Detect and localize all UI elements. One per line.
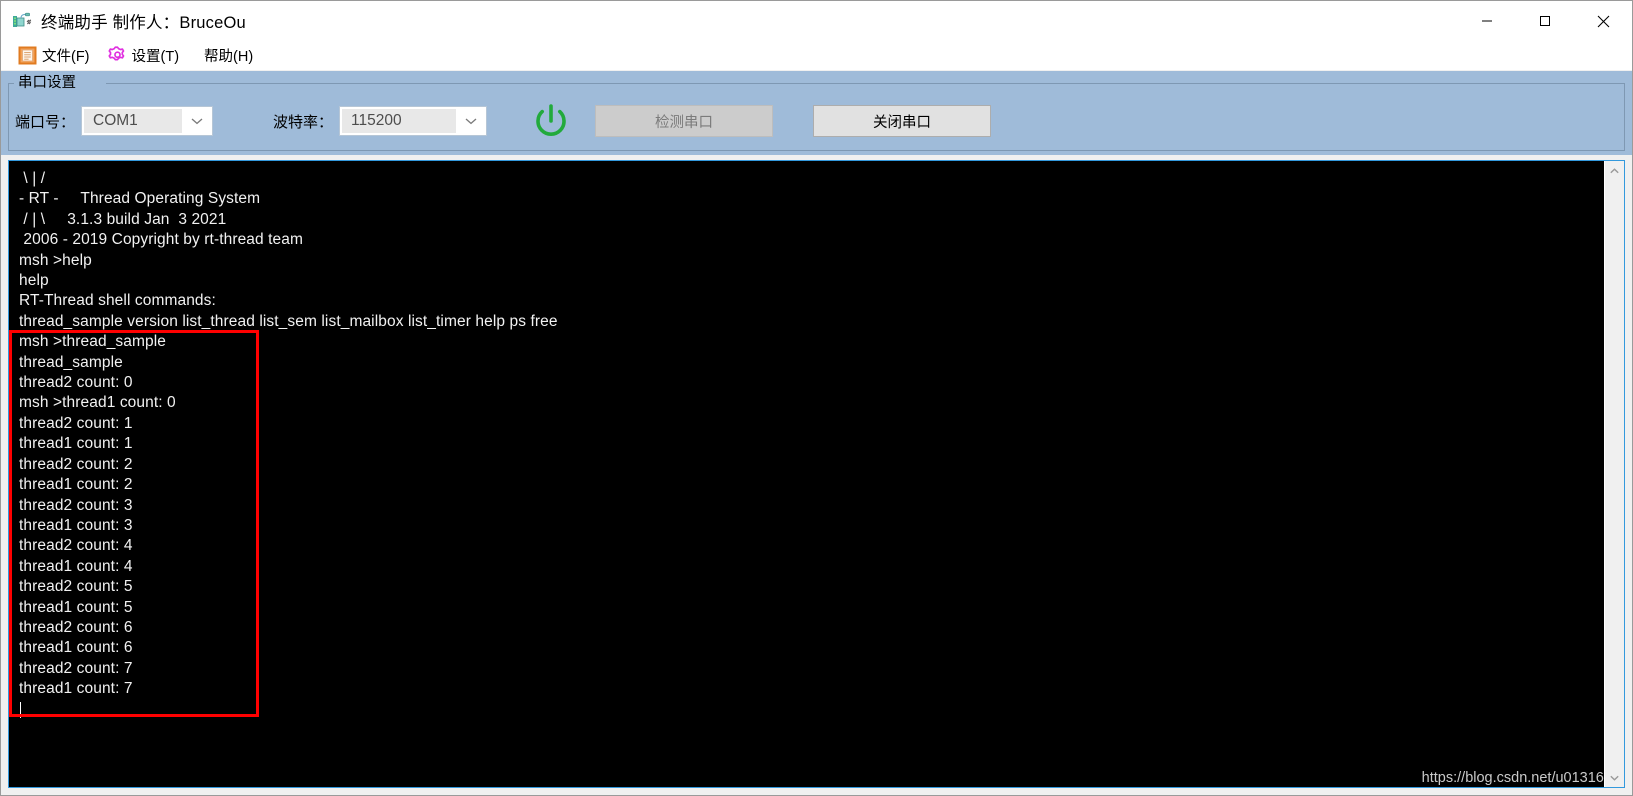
- minimize-icon: [1482, 20, 1492, 22]
- terminal-line: thread1 count: 4: [19, 557, 133, 575]
- terminal-area: \ | / - RT - Thread Operating System / | …: [8, 160, 1625, 788]
- close-button[interactable]: [1574, 1, 1632, 41]
- terminal-line: thread1 count: 3: [19, 516, 133, 534]
- power-icon[interactable]: [529, 99, 573, 143]
- terminal-line: msh >thread_sample: [19, 333, 166, 351]
- scrollbar-track[interactable]: [1605, 180, 1624, 768]
- terminal-line: RT-Thread shell commands:: [19, 292, 216, 310]
- watermark: https://blog.csdn.net/u0131620: [1421, 770, 1620, 786]
- title-bar: 终端助手 制作人：BruceOu: [1, 1, 1632, 41]
- terminal-line: thread2 count: 2: [19, 455, 133, 473]
- menu-item-settings-label: 设置(T): [131, 49, 180, 65]
- menu-bar: 文件(F) 设置(T) 帮助(H): [1, 41, 1632, 71]
- chevron-up-icon: [1610, 167, 1619, 173]
- terminal-line: \ | /: [19, 170, 46, 187]
- menu-item-help[interactable]: 帮助(H): [188, 41, 262, 70]
- maximize-icon: [1540, 16, 1550, 26]
- window-controls: [1458, 1, 1632, 41]
- gear-icon: [107, 46, 127, 65]
- terminal-cursor: [19, 700, 1604, 720]
- detect-port-button[interactable]: 检测串口: [595, 105, 774, 137]
- maximize-button[interactable]: [1516, 1, 1574, 41]
- close-icon: [1597, 15, 1609, 27]
- terminal-line: thread2 count: 7: [19, 659, 133, 677]
- terminal-line: thread2 count: 0: [19, 374, 133, 392]
- chevron-down-icon: [1610, 775, 1619, 781]
- document-icon: [18, 46, 37, 65]
- application-window: 终端助手 制作人：BruceOu 文件(F) 设置(T) 帮助(H) 串口设置 …: [0, 0, 1633, 796]
- terminal-line: thread1 count: 6: [19, 639, 133, 657]
- terminal-line: thread2 count: 6: [19, 618, 133, 636]
- chevron-down-icon: [456, 107, 487, 135]
- terminal-line: thread2 count: 1: [19, 414, 133, 432]
- serial-controls-row: 端口号： COM1 波特率： 115200 检测串口 关闭串口: [1, 97, 1632, 145]
- port-select[interactable]: COM1: [81, 106, 214, 136]
- terminal-line: thread1 count: 2: [19, 476, 133, 494]
- group-box-label: 串口设置: [15, 74, 79, 92]
- baud-label: 波特率：: [273, 113, 334, 131]
- group-box-border-left: [8, 83, 14, 84]
- terminal-line: msh >help: [19, 251, 92, 269]
- baud-select-value: 115200: [342, 109, 457, 133]
- menu-item-file[interactable]: 文件(F): [9, 41, 99, 70]
- terminal-scrollbar[interactable]: [1604, 161, 1624, 787]
- menu-item-settings[interactable]: 设置(T): [99, 41, 189, 70]
- menu-item-help-label: 帮助(H): [204, 49, 254, 65]
- terminal-line: thread1 count: 7: [19, 680, 133, 698]
- close-port-button[interactable]: 关闭串口: [813, 105, 992, 137]
- terminal-output[interactable]: \ | / - RT - Thread Operating System / | …: [9, 161, 1604, 787]
- terminal-line: thread1 count: 5: [19, 598, 133, 616]
- serial-settings-panel: 串口设置 端口号： COM1 波特率： 115200 检测串口 关闭串口: [1, 71, 1632, 155]
- scroll-up-button[interactable]: [1605, 161, 1624, 180]
- scroll-down-button[interactable]: [1605, 768, 1624, 787]
- terminal-line: thread_sample: [19, 353, 123, 371]
- terminal-line: thread2 count: 4: [19, 537, 133, 555]
- serial-terminal-icon: [11, 10, 33, 32]
- terminal-line: - RT - Thread Operating System: [19, 190, 261, 208]
- terminal-line: thread_sample version list_thread list_s…: [19, 312, 558, 330]
- minimize-button[interactable]: [1458, 1, 1516, 41]
- chevron-down-icon: [182, 107, 213, 135]
- terminal-line: help: [19, 272, 49, 290]
- group-box-border-right: [106, 83, 1625, 84]
- port-select-value: COM1: [84, 109, 183, 133]
- port-label: 端口号：: [15, 113, 76, 131]
- terminal-line: / | \ 3.1.3 build Jan 3 2021: [19, 210, 227, 228]
- window-title: 终端助手 制作人：BruceOu: [41, 14, 246, 32]
- terminal-line: thread2 count: 3: [19, 496, 133, 514]
- terminal-line: msh >thread1 count: 0: [19, 394, 176, 412]
- terminal-line: thread2 count: 5: [19, 578, 133, 596]
- terminal-line: thread1 count: 1: [19, 435, 133, 453]
- terminal-line: 2006 - 2019 Copyright by rt-thread team: [19, 231, 304, 249]
- baud-select[interactable]: 115200: [339, 106, 488, 136]
- menu-item-file-label: 文件(F): [42, 49, 90, 65]
